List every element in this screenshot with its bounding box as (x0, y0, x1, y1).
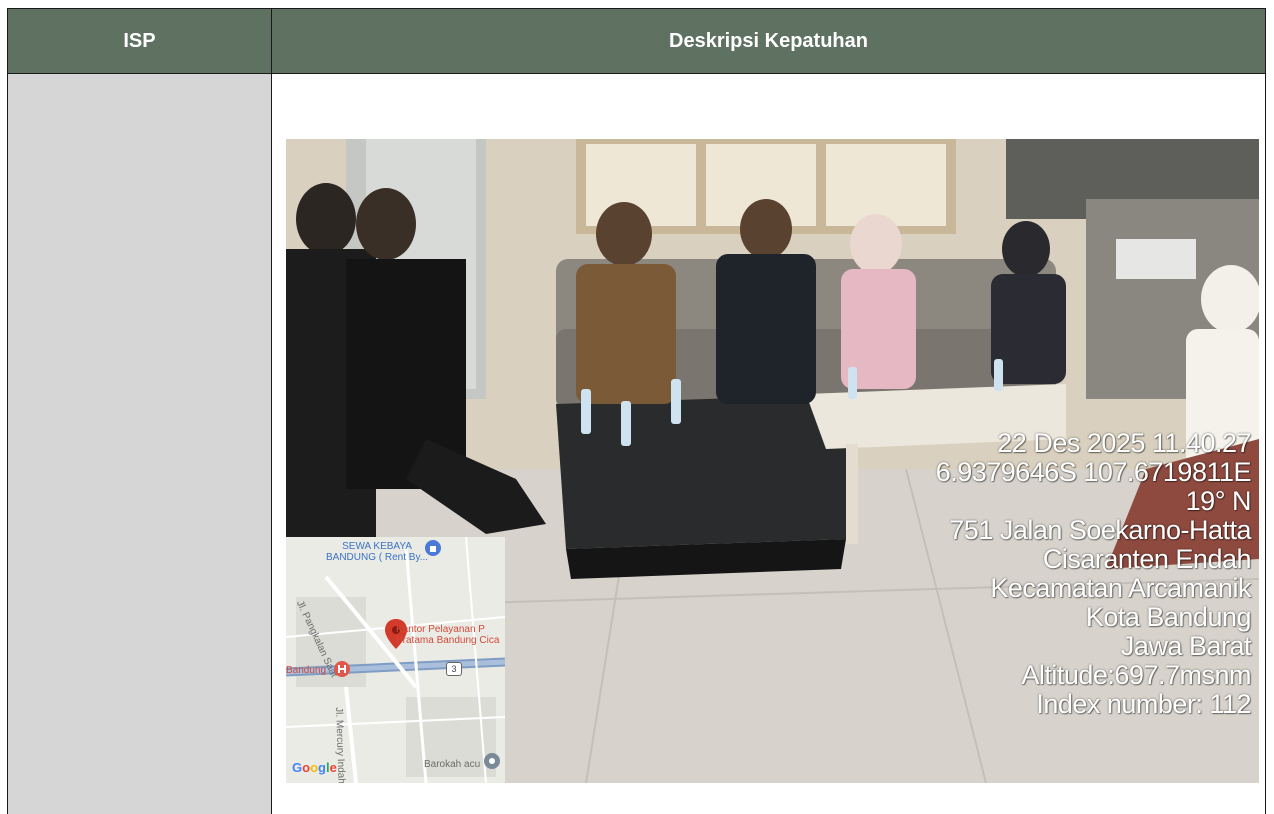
isp-cell (7, 73, 272, 814)
table-header-row: ISP Deskripsi Kepatuhan (7, 8, 1266, 74)
geotag-province: Jawa Barat (1120, 631, 1252, 661)
geotag-overlay: 22 Des 2025 11.40.27 6.9379646S 107.6719… (935, 428, 1252, 719)
geotag-index: Index number: 112 (1036, 689, 1251, 719)
poi-place-icon (484, 753, 500, 769)
map-streets (286, 537, 505, 783)
compliance-table: ISP Deskripsi Kepatuhan SEWA KEBAYA BAND… (7, 8, 1266, 814)
document-page: ISP Deskripsi Kepatuhan SEWA KEBAYA BAND… (0, 0, 1274, 814)
header-description: Deskripsi Kepatuhan (271, 8, 1266, 74)
google-logo: Google (292, 760, 337, 775)
geotag-altitude: Altitude:697.7msnm (1021, 660, 1251, 690)
geotag-heading: 19° N (1185, 486, 1252, 516)
geotag-coordinates: 6.9379646S 107.6719811E (935, 457, 1252, 487)
road-number-badge: 3 (446, 662, 462, 676)
map-label-poi-bottom: Barokah acu (424, 759, 481, 770)
map-label-poi-left: Bandung (286, 665, 327, 676)
description-cell: SEWA KEBAYA BANDUNG ( Rent By... Jl. Pan… (271, 73, 1266, 814)
meeting-photo: SEWA KEBAYA BANDUNG ( Rent By... Jl. Pan… (286, 139, 1259, 783)
geotag-datetime: 22 Des 2025 11.40.27 (997, 428, 1251, 458)
hospital-icon (334, 661, 350, 677)
header-isp: ISP (7, 8, 272, 74)
location-minimap: SEWA KEBAYA BANDUNG ( Rent By... Jl. Pan… (286, 537, 505, 783)
geotag-district: Kecamatan Arcamanik (990, 573, 1251, 603)
geotag-city: Kota Bandung (1085, 602, 1252, 632)
map-label-poi-top: SEWA KEBAYA BANDUNG ( Rent By... (326, 541, 429, 563)
map-label-poi-main: Kantor Pelayanan P Pratama Bandung Cica (396, 624, 500, 646)
geotag-village: Cisaranten Endah (1042, 544, 1252, 574)
table-row: SEWA KEBAYA BANDUNG ( Rent By... Jl. Pan… (7, 73, 1266, 814)
geotag-street: 751 Jalan Soekarno-Hatta (949, 515, 1251, 545)
